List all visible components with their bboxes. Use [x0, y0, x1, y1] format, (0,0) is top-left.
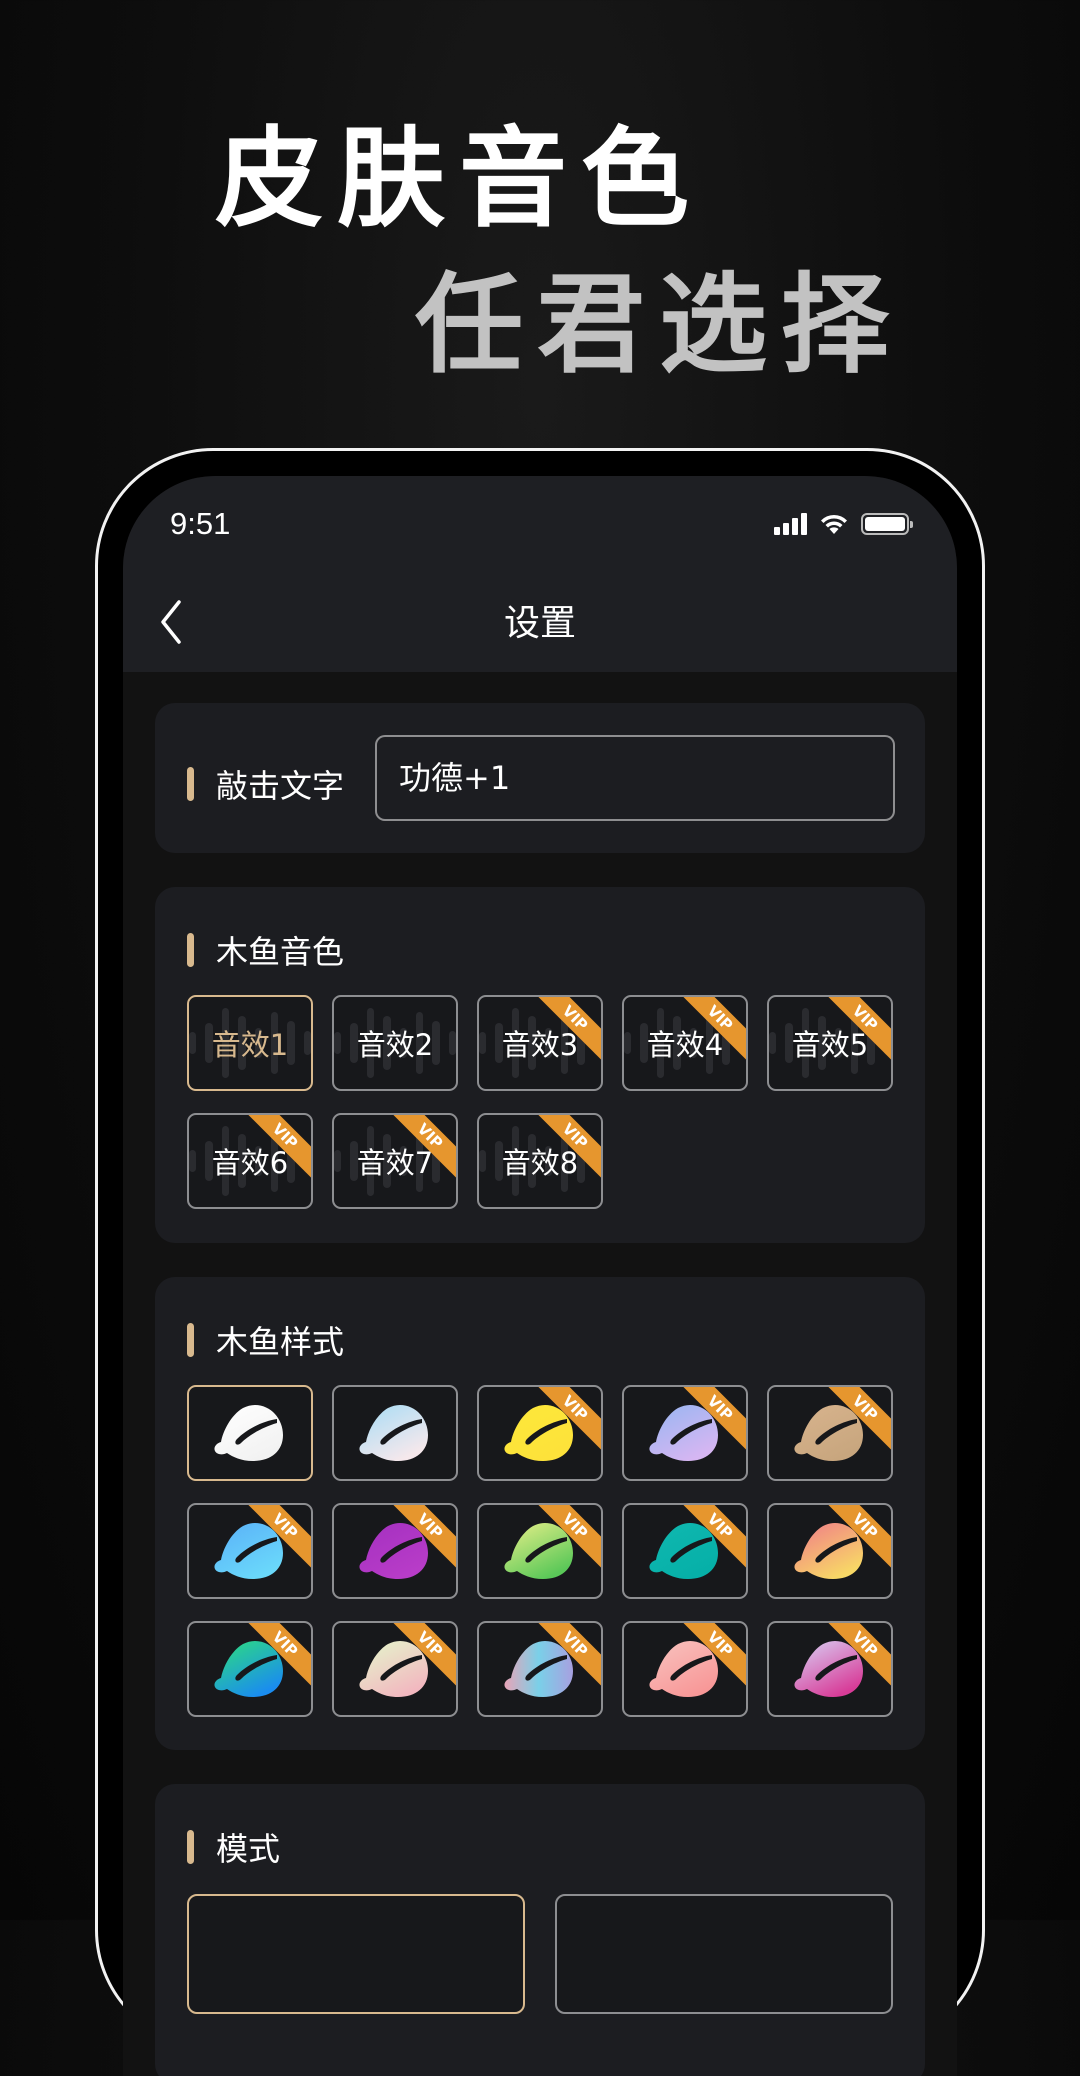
wooden-fish-icon — [359, 1405, 428, 1461]
style-option-yellow[interactable]: VIP — [477, 1385, 603, 1481]
sound-option-label: 音效2 — [356, 1028, 434, 1062]
sound-option-2[interactable]: 音效2 — [332, 995, 458, 1091]
battery-icon — [861, 513, 913, 535]
style-option-cream[interactable]: VIP — [332, 1621, 458, 1717]
status-icons — [774, 512, 913, 536]
wooden-fish-icon — [214, 1405, 283, 1461]
sound-option-label: 音效5 — [791, 1028, 869, 1062]
top-bar: 9:51 设置 — [123, 476, 957, 672]
status-time: 9:51 — [170, 506, 231, 541]
tap-text-card: 敲击文字 功德+1 — [155, 703, 925, 853]
promo-headline-line1: 皮肤音色 — [215, 117, 704, 242]
style-grid: VIP VIP VIP VIP VIP VIP VIP VIP VIP VIP — [187, 1385, 893, 1717]
style-option-magenta[interactable]: VIP — [767, 1621, 893, 1717]
sound-title-group: 木鱼音色 — [187, 927, 344, 973]
sound-option-3[interactable]: 音效3 VIP — [477, 995, 603, 1091]
accent-bar — [187, 933, 194, 967]
wifi-icon — [821, 514, 847, 534]
mode-option-1[interactable] — [187, 1894, 525, 2014]
style-card: 木鱼样式 VIP VIP VIP VIP VIP VIP VIP VIP VIP… — [155, 1277, 925, 1750]
style-option-white[interactable] — [187, 1385, 313, 1481]
signal-icon — [774, 513, 807, 535]
style-option-sunset[interactable]: VIP — [767, 1503, 893, 1599]
sound-option-label: 音效8 — [501, 1146, 579, 1180]
accent-bar — [187, 1323, 194, 1357]
style-option-lime[interactable]: VIP — [477, 1503, 603, 1599]
sound-option-label: 音效1 — [211, 1028, 289, 1062]
tap-text-label: 敲击文字 — [216, 767, 345, 805]
sound-option-1[interactable]: 音效1 — [187, 995, 313, 1091]
style-title: 木鱼样式 — [216, 1323, 345, 1361]
sound-card: 木鱼音色 音效1 音效2 音效3 VIP 音效4 VIP 音效5 VIP 音效6 VIP 音效7 VI… — [155, 887, 925, 1243]
sound-option-8[interactable]: 音效8 VIP — [477, 1113, 603, 1209]
sound-grid: 音效1 音效2 音效3 VIP 音效4 VIP 音效5 VIP 音效6 VIP 音效7 VIP 音效8 V… — [187, 995, 893, 1209]
sound-option-label: 音效4 — [646, 1028, 724, 1062]
sound-title: 木鱼音色 — [216, 933, 345, 971]
mode-options — [187, 1894, 893, 2014]
sound-option-4[interactable]: 音效4 VIP — [622, 995, 748, 1091]
tap-text-label-group: 敲击文字 — [187, 761, 344, 807]
sound-option-label: 音效3 — [501, 1028, 579, 1062]
style-option-aqua[interactable]: VIP — [187, 1621, 313, 1717]
style-option-lavender[interactable]: VIP — [622, 1385, 748, 1481]
sound-option-5[interactable]: 音效5 VIP — [767, 995, 893, 1091]
tap-text-input[interactable]: 功德+1 — [375, 735, 895, 821]
accent-bar — [187, 767, 194, 801]
promo-headline-line2: 任君选择 — [415, 263, 904, 388]
style-option-blue[interactable]: VIP — [187, 1503, 313, 1599]
style-option-sky[interactable] — [332, 1385, 458, 1481]
sound-option-7[interactable]: 音效7 VIP — [332, 1113, 458, 1209]
sound-option-label: 音效6 — [211, 1146, 289, 1180]
accent-bar — [187, 1830, 194, 1864]
style-option-holo[interactable]: VIP — [477, 1621, 603, 1717]
mode-option-2[interactable] — [555, 1894, 893, 2014]
style-option-tan[interactable]: VIP — [767, 1385, 893, 1481]
page-title: 设置 — [503, 603, 576, 644]
mode-title: 模式 — [216, 1830, 281, 1868]
style-option-purple[interactable]: VIP — [332, 1503, 458, 1599]
style-option-pink[interactable]: VIP — [622, 1621, 748, 1717]
sound-option-label: 音效7 — [356, 1146, 434, 1180]
mode-card: 模式 — [155, 1784, 925, 2076]
style-option-teal[interactable]: VIP — [622, 1503, 748, 1599]
phone-screen: 9:51 设置 敲击文字 功德+1 木鱼音色 音效1 音效2 音效3 VIP 音… — [123, 476, 957, 2076]
style-title-group: 木鱼样式 — [187, 1317, 344, 1363]
sound-option-6[interactable]: 音效6 VIP — [187, 1113, 313, 1209]
mode-title-group: 模式 — [187, 1824, 280, 1870]
